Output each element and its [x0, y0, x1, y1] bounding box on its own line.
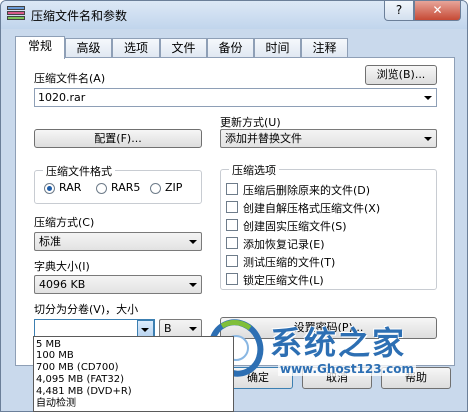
checkbox-solid[interactable] — [226, 219, 238, 231]
watermark-text: 系统之家 — [270, 324, 407, 362]
close-icon: ✕ — [432, 3, 443, 17]
option-test-label: 测试压缩的文件(T) — [243, 256, 336, 269]
option-recovery-label: 添加恢复记录(E) — [243, 238, 325, 251]
option-sfx-label: 创建自解压格式压缩文件(X) — [243, 202, 381, 215]
radio-zip[interactable] — [150, 183, 161, 194]
chevron-down-icon — [141, 328, 149, 332]
checkbox-test[interactable] — [226, 255, 238, 267]
update-mode-select[interactable]: 添加并替换文件 — [220, 129, 437, 148]
method-value: 标准 — [39, 235, 61, 248]
radio-rar5[interactable] — [96, 183, 107, 194]
dictionary-label: 字典大小(I) — [34, 260, 90, 273]
archive-options-group: 压缩选项 压缩后删除原来的文件(D) 创建自解压格式压缩文件(X) 创建固实压缩… — [220, 162, 437, 290]
split-option[interactable]: 4,481 MB (DVD+R) — [36, 386, 132, 397]
method-label: 压缩方式(C) — [34, 216, 95, 229]
archive-name-value: 1020.rar — [38, 91, 86, 104]
checkbox-lock[interactable] — [226, 273, 238, 285]
update-mode-label: 更新方式(U) — [220, 116, 281, 129]
option-solid-label: 创建固实压缩文件(S) — [243, 220, 347, 233]
winrar-icon — [7, 6, 25, 24]
split-option[interactable]: 700 MB (CD700) — [36, 362, 119, 373]
split-unit-value: B — [164, 322, 172, 335]
archive-options-title: 压缩选项 — [229, 162, 279, 178]
tab-files[interactable]: 文件 — [160, 38, 207, 58]
dictionary-select[interactable]: 4096 KB — [34, 275, 202, 294]
tab-general[interactable]: 常规 — [15, 36, 65, 59]
split-size-dropdown-list: 5 MB 100 MB 700 MB (CD700) 4,095 MB (FAT… — [33, 336, 234, 412]
watermark-url: www.Ghost123.com — [278, 362, 417, 376]
browse-button[interactable]: 浏览(B)... — [365, 65, 437, 85]
tab-backup[interactable]: 备份 — [207, 38, 254, 58]
profiles-button[interactable]: 配置(F)... — [34, 129, 202, 148]
dictionary-value: 4096 KB — [39, 278, 86, 291]
split-label: 切分为分卷(V)，大小 — [34, 303, 139, 316]
checkbox-recovery[interactable] — [226, 237, 238, 249]
format-group: 压缩文件格式 RAR RAR5 ZIP — [34, 163, 202, 204]
archive-name-label: 压缩文件名(A) — [34, 72, 106, 85]
radio-rar[interactable] — [44, 183, 55, 194]
chevron-down-icon — [424, 96, 432, 100]
split-option[interactable]: 5 MB — [36, 339, 61, 350]
checkbox-sfx[interactable] — [226, 201, 238, 213]
checkbox-delete-after[interactable] — [226, 183, 238, 195]
split-option[interactable]: 100 MB — [36, 350, 74, 361]
window-title: 压缩文件名和参数 — [31, 9, 128, 23]
tab-options[interactable]: 选项 — [112, 38, 160, 58]
radio-rar5-label: RAR5 — [111, 181, 141, 194]
archive-name-input[interactable]: 1020.rar — [34, 88, 437, 107]
split-option[interactable]: 自动检测 — [36, 398, 76, 409]
chevron-down-icon — [189, 327, 197, 331]
option-delete-after-label: 压缩后删除原来的文件(D) — [243, 184, 371, 197]
radio-rar-label: RAR — [59, 181, 82, 194]
tab-time[interactable]: 时间 — [254, 38, 301, 58]
tab-advanced[interactable]: 高级 — [65, 38, 112, 58]
help-title-button[interactable]: ? — [384, 1, 414, 21]
watermark: 系统之家 www.Ghost123.com — [208, 312, 468, 412]
chevron-down-icon — [424, 137, 432, 141]
option-lock-label: 锁定压缩文件(L) — [243, 274, 324, 287]
chevron-down-icon — [189, 283, 197, 287]
chevron-down-icon — [189, 240, 197, 244]
question-icon: ? — [395, 3, 403, 17]
method-select[interactable]: 标准 — [34, 232, 202, 251]
format-group-title: 压缩文件格式 — [43, 163, 115, 179]
radio-zip-label: ZIP — [165, 181, 183, 194]
close-button[interactable]: ✕ — [414, 1, 461, 21]
split-option[interactable]: 4,095 MB (FAT32) — [36, 374, 124, 385]
title-bar: 压缩文件名和参数 ? ✕ — [1, 1, 467, 29]
update-mode-value: 添加并替换文件 — [225, 132, 302, 145]
tab-comment[interactable]: 注释 — [301, 38, 348, 58]
